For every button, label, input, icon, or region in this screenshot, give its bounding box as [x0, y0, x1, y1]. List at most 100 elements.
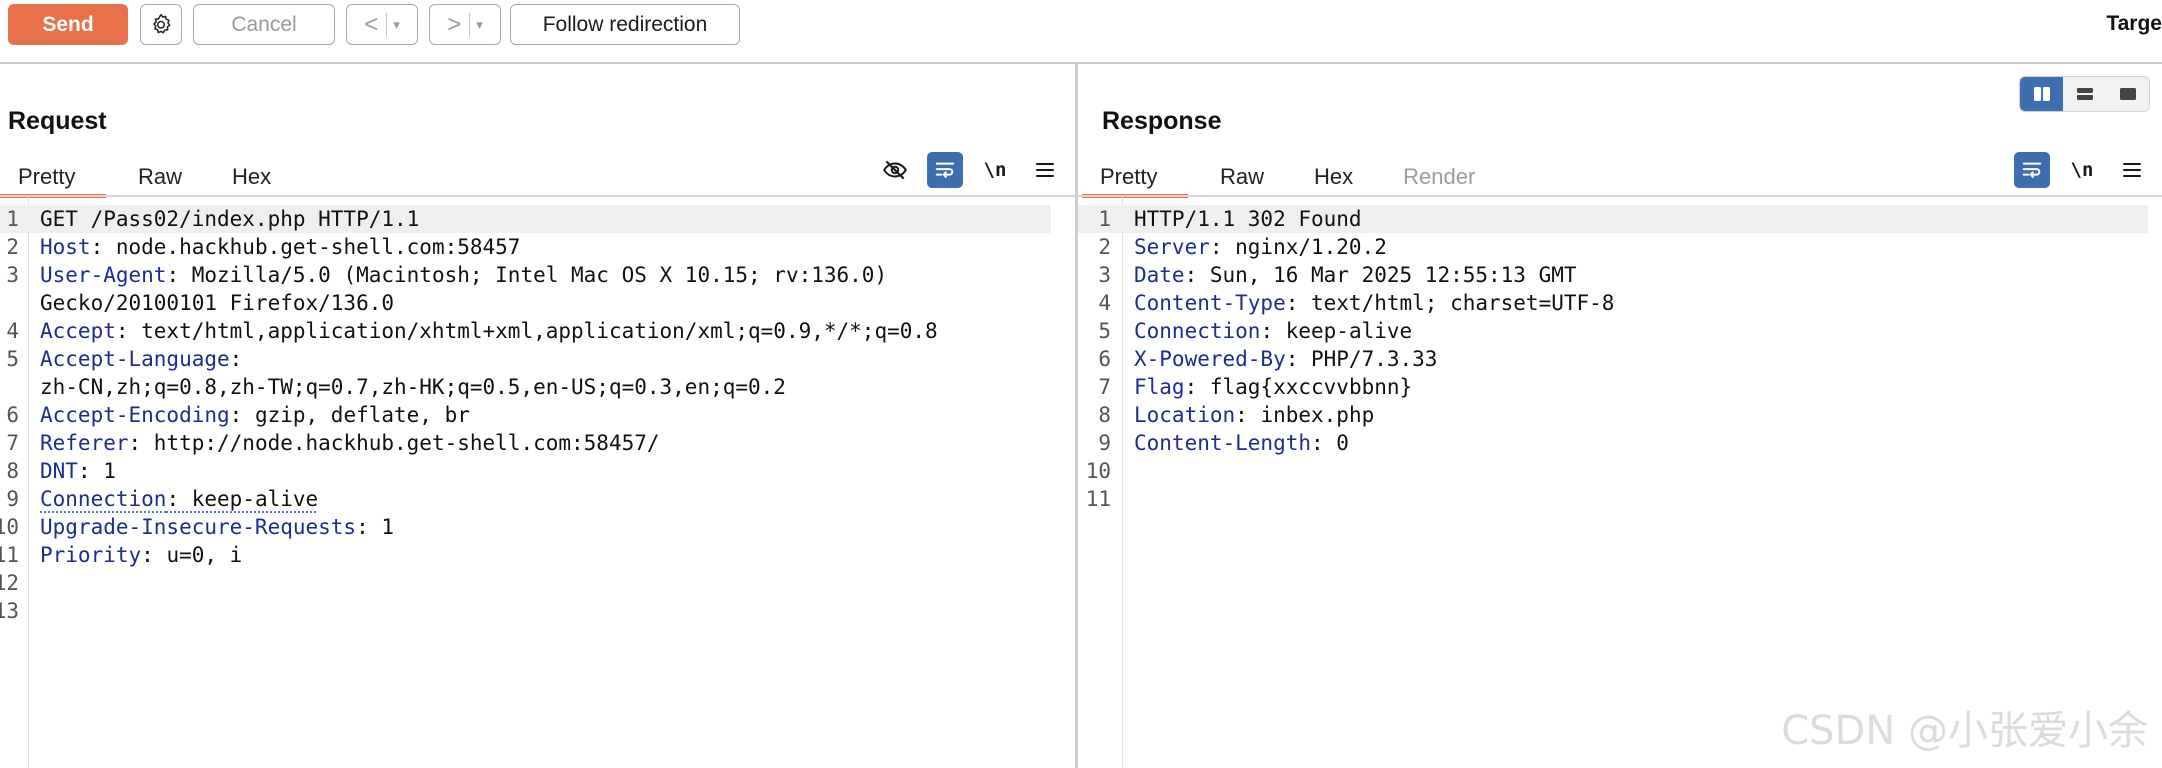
single-pane-icon[interactable] [2106, 77, 2149, 111]
menu-icon-graphic [1036, 163, 1054, 177]
wrap-icon-graphic [2022, 162, 2042, 178]
request-pane: Request Pretty Raw Hex \n 1 GET /Pass02/… [0, 64, 1075, 768]
button-separator [469, 12, 471, 37]
tab-hex[interactable]: Hex [1296, 157, 1371, 197]
header-name: Location [1134, 403, 1236, 427]
code-line: zh-CN,zh;q=0.8,zh-TW;q=0.7,zh-HK;q=0.5,e… [0, 373, 1075, 401]
send-button[interactable]: Send [8, 4, 128, 45]
code-line: 6 X-Powered-By: PHP/7.3.33 [1078, 345, 2162, 373]
code-text: Location: inbex.php [1134, 401, 1374, 429]
target-label[interactable]: Targe [2106, 12, 2162, 36]
code-text: Content-Type: text/html; charset=UTF-8 [1134, 289, 1614, 317]
code-line: 2 Server: nginx/1.20.2 [1078, 233, 2162, 261]
line-number: 6 [1098, 347, 1111, 371]
code-text: zh-CN,zh;q=0.8,zh-TW;q=0.7,zh-HK;q=0.5,e… [40, 375, 786, 399]
code-line: 5 Connection: keep-alive [1078, 317, 2162, 345]
header-value: : flag{xxccvvbbnn} [1184, 375, 1413, 399]
header-name: Server [1134, 235, 1210, 259]
newline-icon[interactable]: \n [2064, 152, 2100, 188]
header-name: Date [1134, 263, 1185, 287]
line-number: 1 [1098, 207, 1111, 231]
tab-raw[interactable]: Raw [1202, 157, 1282, 197]
request-tabs: Pretty Raw Hex [0, 157, 289, 198]
response-pane: Response Pretty Raw Hex Render \n 1 HTTP/… [1078, 64, 2162, 768]
code-line: 3 User-Agent: Mozilla/5.0 (Macintosh; Int… [0, 261, 1075, 289]
line-number: 3 [6, 263, 19, 287]
line-number: 12 [0, 571, 19, 595]
header-value: : u=0, i [141, 543, 243, 567]
header-name: Host [40, 235, 91, 259]
code-line: 7 Flag: flag{xxccvvbbnn} [1078, 373, 2162, 401]
split-horizontal-icon[interactable] [2063, 77, 2106, 111]
code-line: 3 Date: Sun, 16 Mar 2025 12:55:13 GMT [1078, 261, 2162, 289]
header-value: : 1 [356, 515, 395, 539]
tab-pretty[interactable]: Pretty [1082, 157, 1188, 198]
settings-button[interactable] [140, 4, 182, 45]
newline-glyph: \n [2070, 159, 2094, 181]
back-button[interactable]: < ▾ [346, 4, 418, 45]
code-line: 4 Accept: text/html,application/xhtml+xml… [0, 317, 1075, 345]
code-text: Host: node.hackhub.get-shell.com:58457 [40, 233, 520, 261]
line-number: 11 [0, 543, 19, 567]
chevron-down-icon[interactable]: ▾ [476, 17, 483, 33]
tab-hex[interactable]: Hex [214, 157, 289, 197]
code-line: 10 [1078, 457, 2162, 485]
header-value: : Sun, 16 Mar 2025 12:55:13 GMT [1184, 263, 1577, 287]
eye-slash-icon[interactable] [877, 152, 913, 188]
line-number: 5 [6, 347, 19, 371]
split-vertical-icon[interactable] [2020, 77, 2063, 111]
code-text: Priority: u=0, i [40, 541, 242, 569]
forward-button[interactable]: > ▾ [429, 4, 501, 45]
code-text: Upgrade-Insecure-Requests: 1 [40, 513, 394, 541]
code-text: Connection: keep-alive [40, 485, 318, 513]
menu-icon[interactable] [1027, 152, 1063, 188]
newline-icon[interactable]: \n [977, 152, 1013, 188]
header-value: : inbex.php [1235, 403, 1375, 427]
line-number: 2 [6, 235, 19, 259]
line-number: 13 [0, 599, 19, 623]
code-text: Gecko/20100101 Firefox/136.0 [40, 291, 395, 315]
single-pane-graphic [2119, 88, 2136, 100]
chevron-down-icon[interactable]: ▾ [393, 17, 400, 33]
request-editor[interactable]: 1 GET /Pass02/index.php HTTP/1.1 2 Host: no… [0, 197, 1075, 768]
back-arrow-icon: < [364, 10, 379, 38]
cancel-button[interactable]: Cancel [193, 4, 335, 45]
wrap-icon[interactable] [927, 152, 963, 188]
tab-pretty[interactable]: Pretty [0, 157, 106, 198]
response-lines: 1 HTTP/1.1 302 Found 2 Server: nginx/1.20.2… [1078, 205, 2162, 513]
code-text: Accept-Language: [40, 345, 242, 373]
response-editor[interactable]: 1 HTTP/1.1 302 Found 2 Server: nginx/1.20.2… [1078, 197, 2162, 768]
header-value: : gzip, deflate, br [229, 403, 470, 427]
line-number: 8 [6, 459, 19, 483]
line-number: 7 [6, 431, 19, 455]
header-value: : 1 [77, 459, 116, 483]
line-number: 4 [1098, 291, 1111, 315]
code-text: User-Agent: Mozilla/5.0 (Macintosh; Inte… [40, 261, 887, 289]
forward-arrow-icon: > [447, 10, 462, 38]
code-line: 10 Upgrade-Insecure-Requests: 1 [0, 513, 1075, 541]
response-tabs: Pretty Raw Hex Render [1082, 157, 1493, 198]
header-value: : PHP/7.3.33 [1285, 347, 1438, 371]
code-line: 11 [1078, 485, 2162, 513]
tab-render[interactable]: Render [1385, 157, 1493, 197]
response-title: Response [1102, 107, 1222, 135]
menu-icon[interactable] [2114, 152, 2150, 188]
code-text: Flag: flag{xxccvvbbnn} [1134, 373, 1412, 401]
header-name: Priority [40, 543, 142, 567]
code-line: 1 GET /Pass02/index.php HTTP/1.1 [0, 205, 1051, 233]
line-number: 4 [6, 319, 19, 343]
code-line: 11 Priority: u=0, i [0, 541, 1075, 569]
top-toolbar: Send Cancel < ▾ > ▾ Follow redirection T… [0, 0, 2162, 64]
line-number: 2 [1098, 235, 1111, 259]
follow-redirection-button[interactable]: Follow redirection [510, 4, 740, 45]
header-name: Upgrade-Insecure-Requests [40, 515, 357, 539]
wrap-icon[interactable] [2014, 152, 2050, 188]
header-name: Accept-Encoding [40, 403, 230, 427]
tab-raw[interactable]: Raw [120, 157, 200, 197]
line-number: 9 [1098, 431, 1111, 455]
split-vertical-graphic [2033, 87, 2050, 101]
line-number: 5 [1098, 319, 1111, 343]
header-name: Content-Length [1134, 431, 1312, 455]
request-tools: \n [863, 152, 1063, 188]
code-line: 6 Accept-Encoding: gzip, deflate, br [0, 401, 1075, 429]
